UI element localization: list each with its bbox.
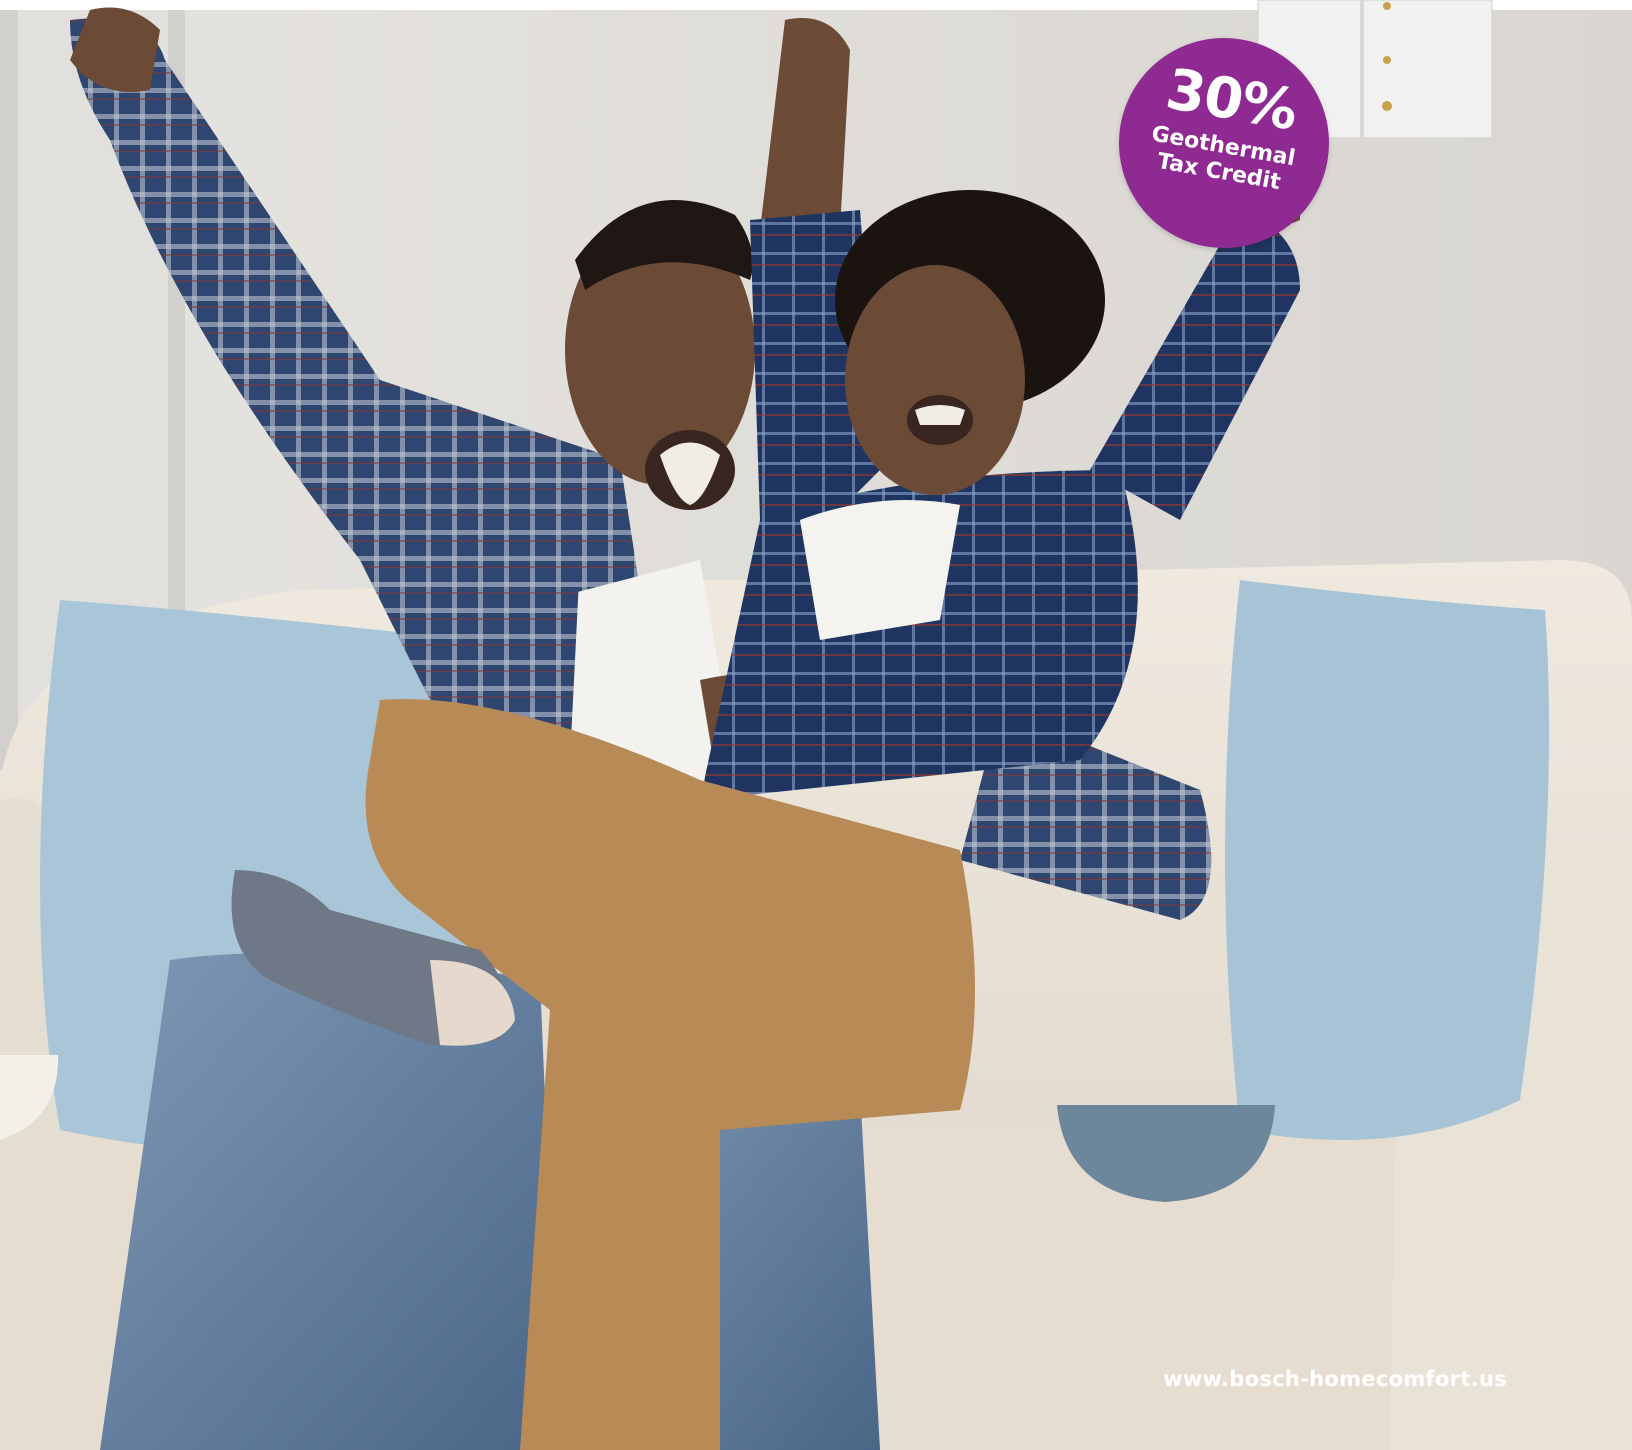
website-url[interactable]: www.bosch-homecomfort.us [1163,1367,1507,1391]
family-photo [0,0,1632,1450]
pillow-right [1225,580,1550,1140]
